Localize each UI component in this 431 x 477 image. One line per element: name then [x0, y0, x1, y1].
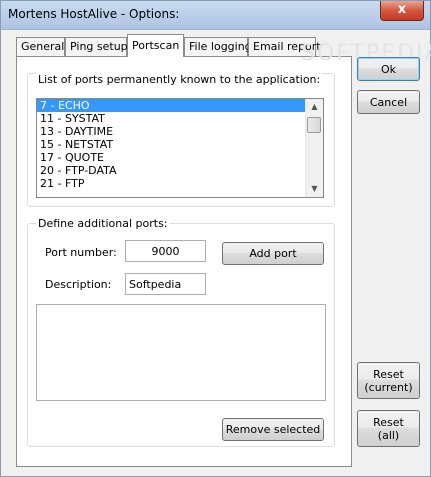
ok-button[interactable]: Ok	[357, 57, 420, 81]
options-window: Mortens HostAlive - Options: x General P…	[0, 0, 431, 477]
close-icon: x	[397, 2, 407, 17]
remove-selected-button[interactable]: Remove selected	[222, 418, 324, 441]
tab-general[interactable]: General	[16, 37, 65, 56]
reset-all-line2: (all)	[377, 428, 400, 442]
known-ports-label: List of ports permanently known to the a…	[36, 73, 323, 86]
port-list-item[interactable]: 13 - DAYTIME	[37, 125, 323, 138]
add-port-button[interactable]: Add port	[222, 242, 324, 265]
tab-label: Portscan	[132, 39, 180, 52]
additional-ports-label: Define additional ports:	[36, 217, 170, 230]
window-title: Mortens HostAlive - Options:	[8, 7, 180, 21]
close-button[interactable]: x	[380, 1, 424, 21]
tab-label: General	[21, 40, 65, 53]
known-ports-list[interactable]: 7 - ECHO 11 - SYSTAT 13 - DAYTIME 15 - NETS…	[36, 98, 324, 198]
port-list-item[interactable]: 15 - NETSTAT	[37, 138, 323, 151]
description-input[interactable]	[125, 273, 206, 295]
tab-ping-setup[interactable]: Ping setup	[65, 37, 128, 56]
scroll-down-arrow-icon[interactable]: ▼	[306, 181, 323, 197]
port-number-label: Port number:	[45, 246, 117, 259]
reset-current-line2: (current)	[364, 380, 413, 394]
title-bar[interactable]: Mortens HostAlive - Options: x	[1, 1, 430, 30]
reset-current-button[interactable]: Reset (current)	[357, 362, 420, 399]
scroll-thumb[interactable]	[307, 117, 321, 133]
port-list-item[interactable]: 21 - FTP	[37, 177, 323, 190]
tab-file-logging[interactable]: File logging	[184, 37, 252, 56]
scroll-up-arrow-icon[interactable]: ▲	[306, 99, 323, 115]
port-list-item[interactable]: 20 - FTP-DATA	[37, 164, 323, 177]
description-label: Description:	[45, 278, 112, 291]
port-list-item[interactable]: 7 - ECHO	[37, 99, 323, 112]
tab-label: File logging	[189, 40, 252, 53]
reset-current-line1: Reset	[373, 367, 404, 381]
reset-all-line1: Reset	[373, 415, 404, 429]
tab-portscan[interactable]: Portscan	[127, 34, 184, 57]
reset-all-button[interactable]: Reset (all)	[357, 410, 420, 447]
port-list-item[interactable]: 17 - QUOTE	[37, 151, 323, 164]
cancel-button[interactable]: Cancel	[357, 90, 420, 114]
additional-ports-list[interactable]	[36, 304, 326, 401]
tab-label: Ping setup	[70, 40, 128, 53]
port-number-input[interactable]	[125, 240, 206, 262]
tab-email-report[interactable]: Email report	[248, 37, 321, 56]
port-list-item[interactable]: 11 - SYSTAT	[37, 112, 323, 125]
known-ports-scrollbar[interactable]: ▲ ▼	[305, 99, 323, 197]
tab-label: Email report	[253, 40, 321, 53]
